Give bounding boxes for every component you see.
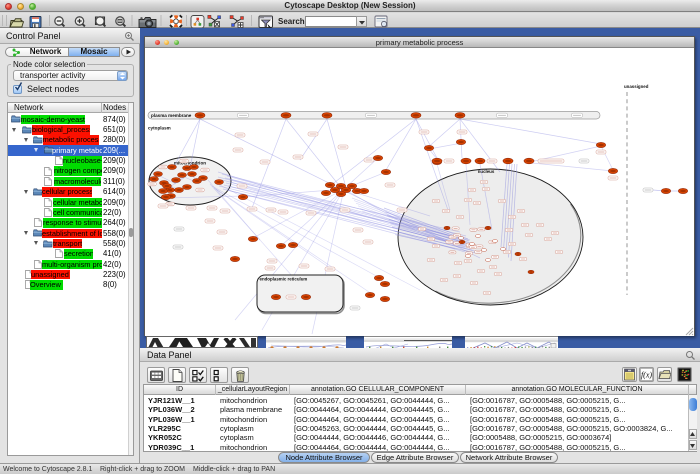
svg-text:cytoplasm: cytoplasm bbox=[148, 126, 171, 131]
svg-text:Search:: Search: bbox=[278, 17, 307, 26]
svg-text:f(x): f(x) bbox=[641, 371, 652, 380]
svg-text:plasma membrane: plasma membrane bbox=[151, 113, 192, 118]
svg-text:endoplasmic reticulum: endoplasmic reticulum bbox=[260, 277, 308, 282]
svg-text:unassigned: unassigned bbox=[624, 84, 649, 89]
svg-text:nucleus: nucleus bbox=[478, 169, 495, 174]
svg-text:mitochondrion: mitochondrion bbox=[174, 161, 206, 166]
